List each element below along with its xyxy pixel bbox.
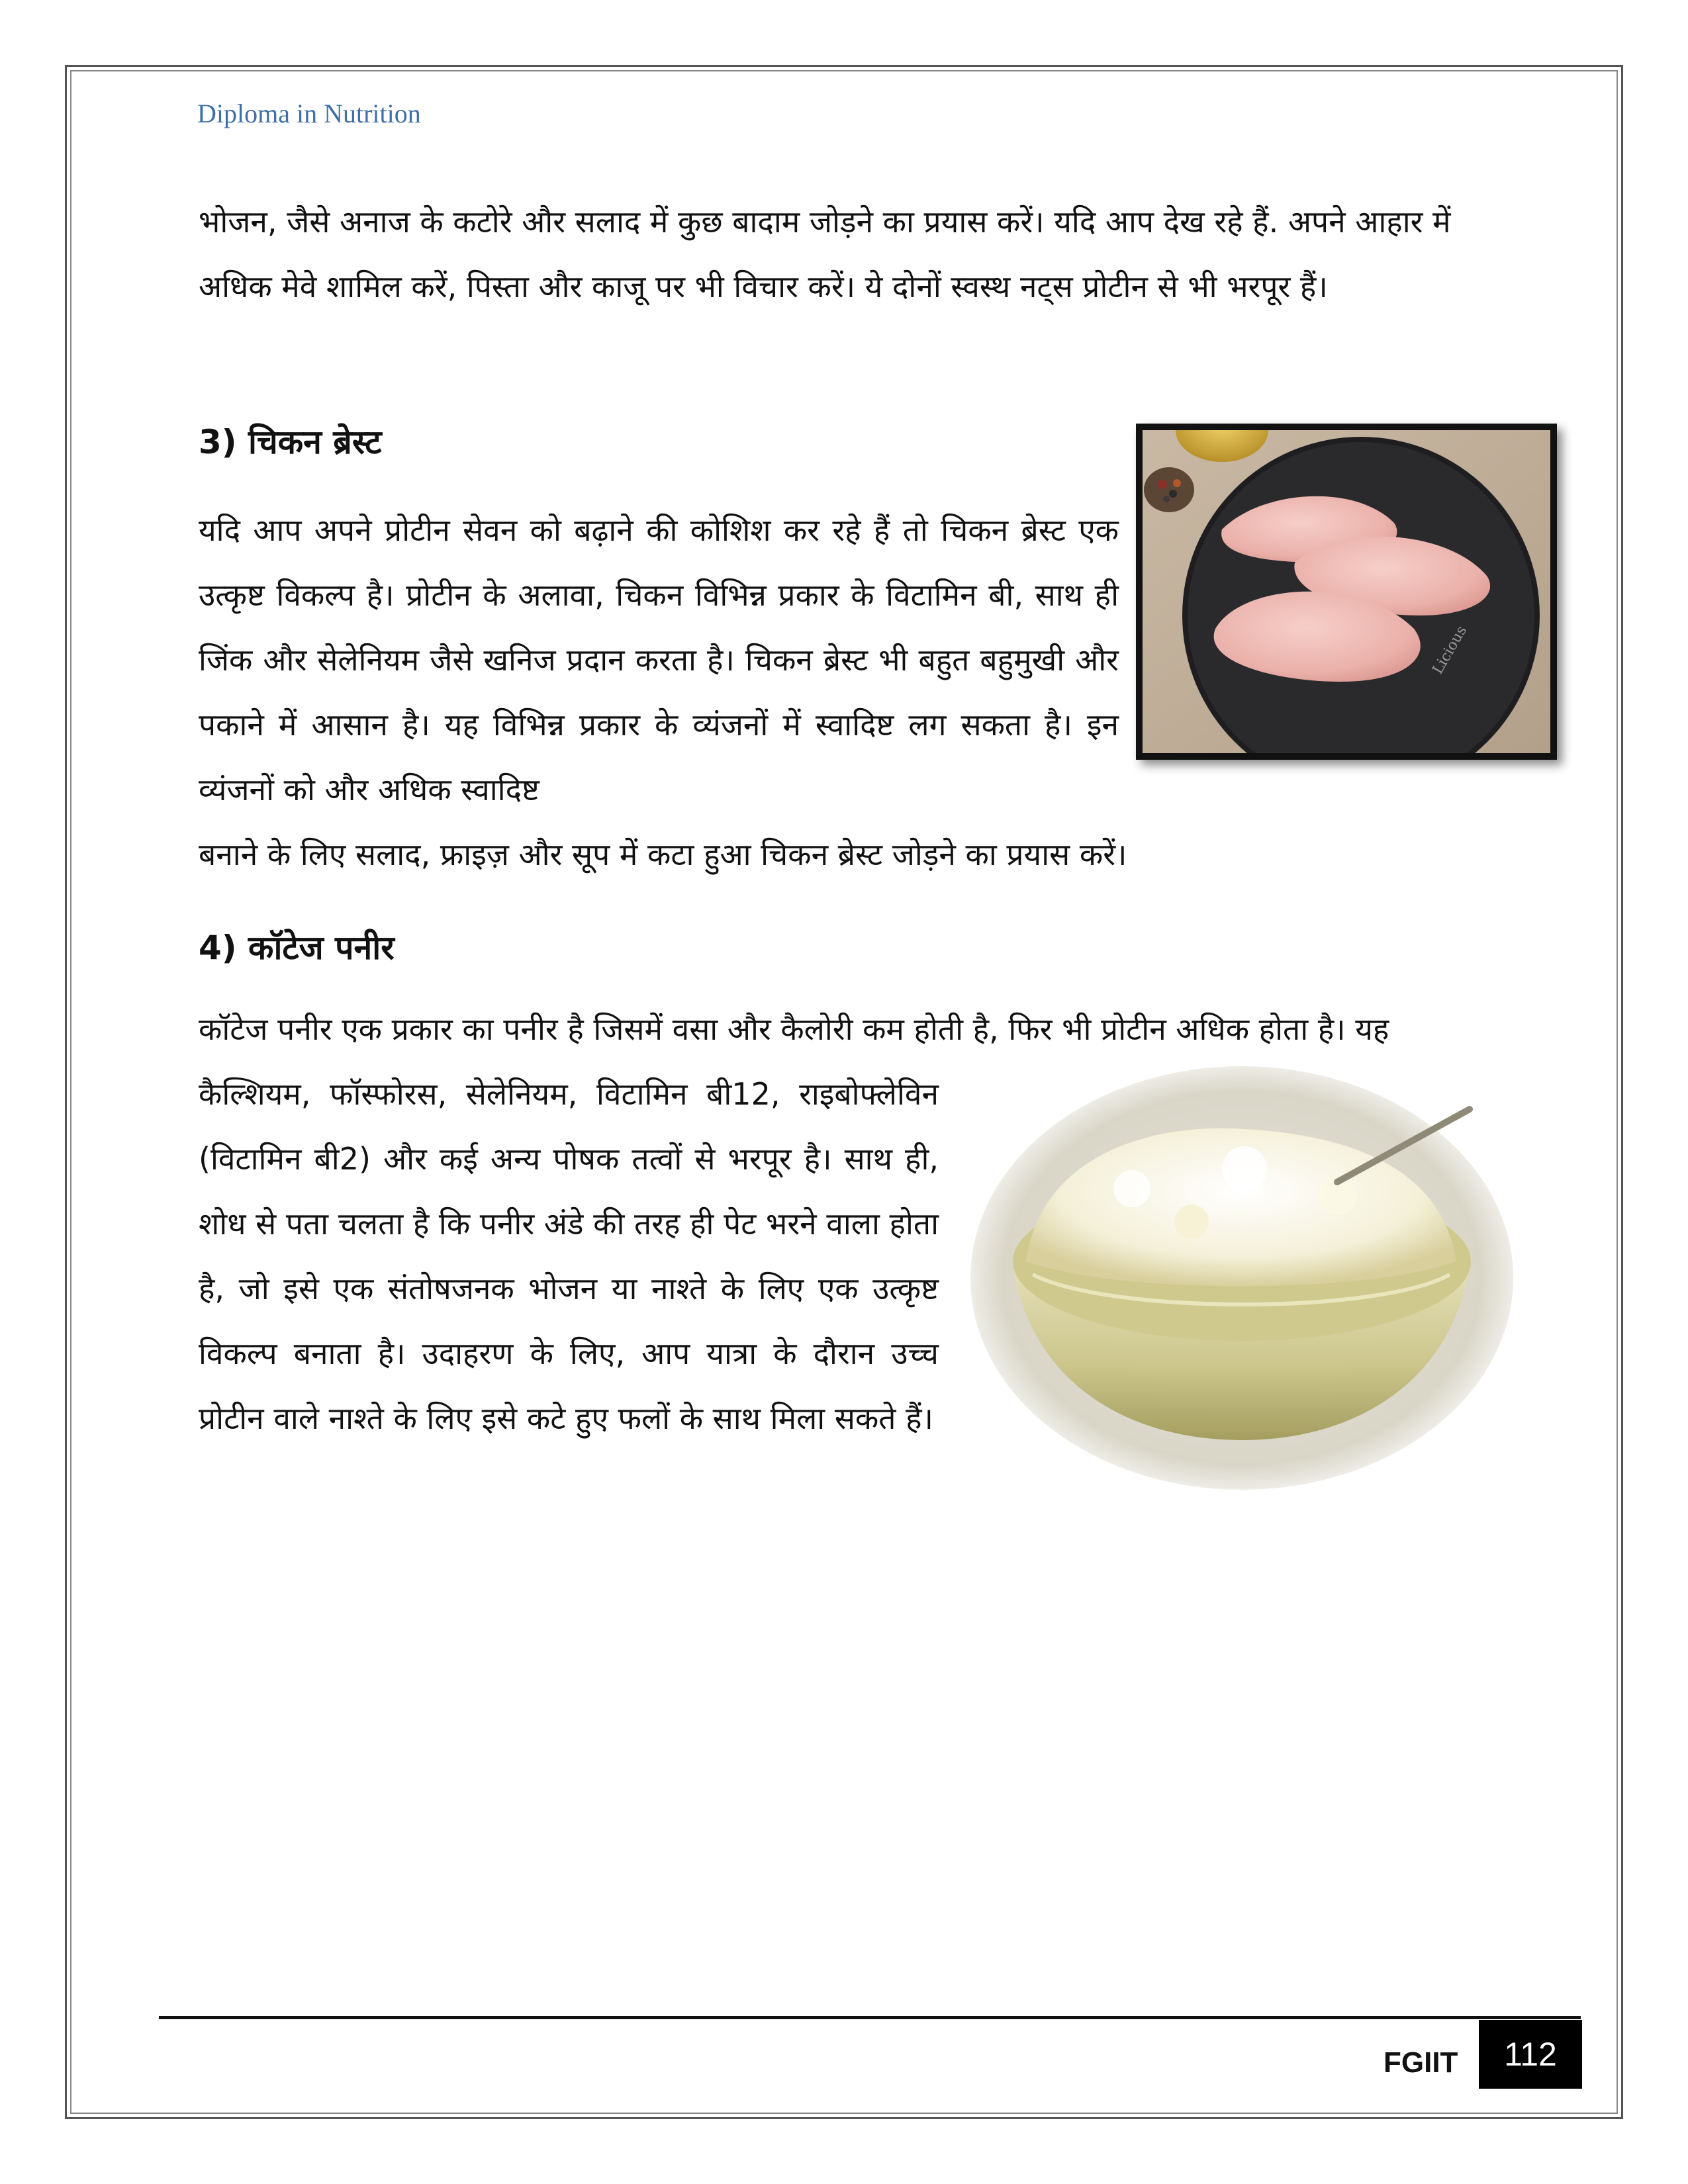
footer-divider — [159, 2016, 1581, 2019]
chicken-paragraph: यदि आप अपने प्रोटीन सेवन को बढ़ाने की को… — [199, 512, 1119, 807]
cottage-cheese-paragraph: कैल्शियम, फॉस्फोरस, सेलेनियम, विटामिन बी… — [199, 1076, 939, 1436]
page-number: 112 — [1479, 2020, 1582, 2089]
section-heading-cottage-cheese: 4) कॉटेज पनीर — [199, 929, 395, 967]
intro-paragraph: भोजन, जैसे अनाज के कटोरे और सलाद में कुछ… — [199, 204, 1451, 304]
footer-organization: FGIIT — [1383, 2046, 1458, 2079]
running-header: Diploma in Nutrition — [197, 99, 421, 128]
cottage-cheese-intro-line: कॉटेज पनीर एक प्रकार का पनीर है जिसमें व… — [199, 1011, 1389, 1047]
section-heading-chicken-breast: 3) चिकन ब्रेस्ट — [199, 423, 382, 461]
cottage-cheese-bowl-image — [966, 1063, 1517, 1493]
chicken-paragraph-continued: बनाने के लिए सलाद, फ्राइज़ और सूप में कट… — [199, 837, 1127, 872]
chicken-breast-image: Licious — [1136, 424, 1557, 760]
